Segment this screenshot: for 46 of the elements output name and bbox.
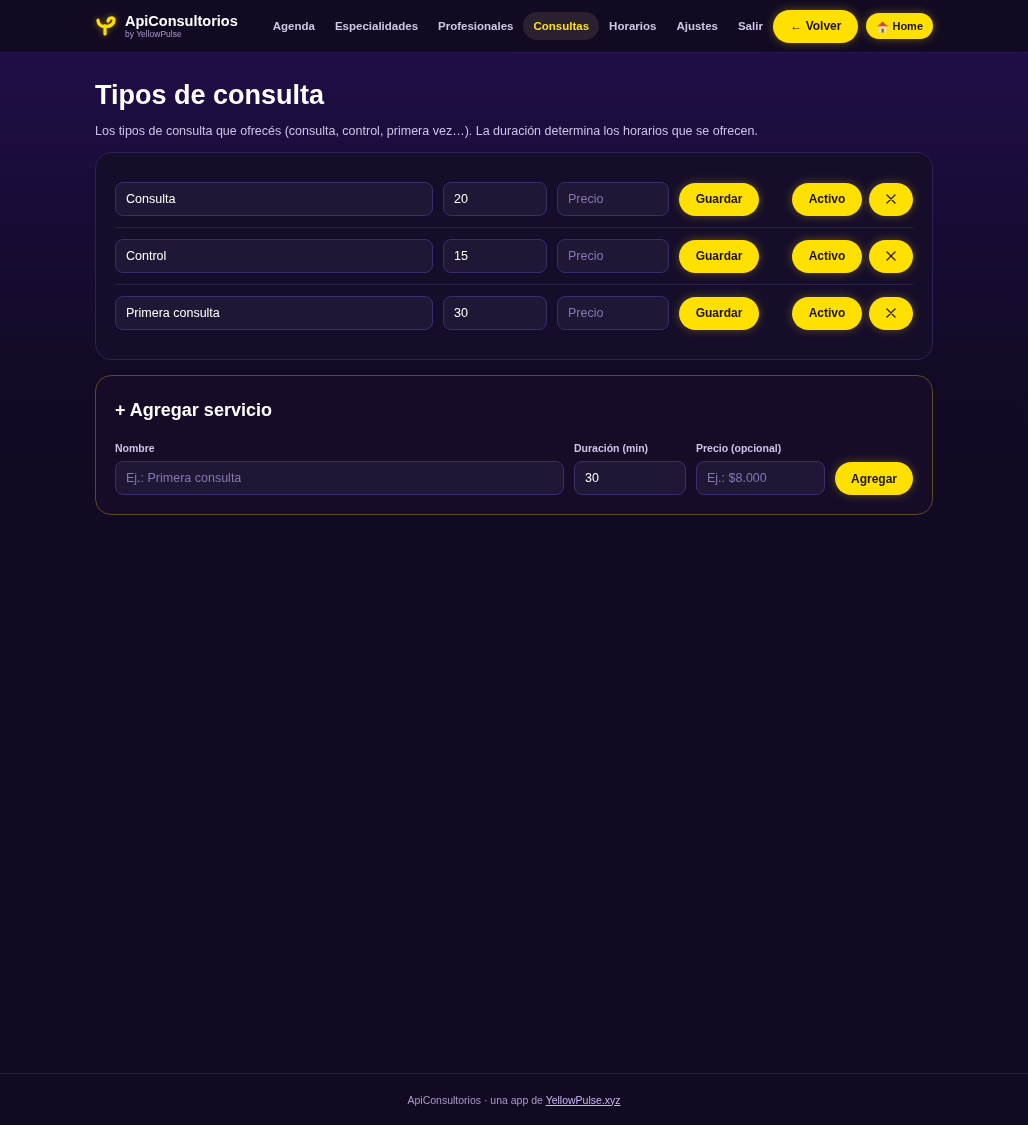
field-label: Duración (min) <box>574 442 650 455</box>
footer-link[interactable]: YellowPulse.xyz <box>545 1093 621 1106</box>
status-toggle-button[interactable]: Activo <box>792 296 862 330</box>
nav-link[interactable]: Horarios <box>599 12 667 40</box>
save-button[interactable]: Guardar <box>679 239 759 273</box>
price-input[interactable]: Precio <box>557 239 669 273</box>
duration-input[interactable]: 15 <box>443 239 547 273</box>
close-icon <box>886 308 896 318</box>
status-toggle-button[interactable]: Activo <box>792 239 862 273</box>
footer-text: ApiConsultorios · una app de YellowPulse.xyz <box>407 1093 621 1106</box>
price-input[interactable]: Ej.: $8.000 <box>696 461 825 495</box>
save-button[interactable]: Guardar <box>679 182 759 216</box>
back-button[interactable]: ← Volver <box>773 9 859 43</box>
price-input[interactable]: Precio <box>557 296 669 330</box>
nav-link[interactable]: Salir <box>727 12 773 40</box>
save-button[interactable]: Guardar <box>679 296 759 330</box>
name-input[interactable]: Ej.: Primera consulta <box>115 461 564 495</box>
nav-link[interactable]: Profesionales <box>428 12 524 40</box>
duration-input[interactable]: 30 <box>574 461 686 495</box>
page-description: Los tipos de consulta que ofrecés (consulta, control, primera vez…). La duración determina los horarios que se ofrecen. <box>95 123 759 140</box>
add-service-title: + Agregar servicio <box>115 399 273 422</box>
nav-link[interactable]: Agenda <box>262 12 325 40</box>
page-title: Tipos de consulta <box>95 79 326 112</box>
name-input[interactable]: Primera consulta <box>115 296 433 330</box>
price-input[interactable]: Precio <box>557 182 669 216</box>
delete-button[interactable] <box>869 296 913 330</box>
brand-name: ApiConsultorios <box>125 14 238 29</box>
home-button[interactable]: Home <box>866 13 933 39</box>
name-input[interactable]: Control <box>115 239 433 273</box>
status-toggle-button[interactable]: Activo <box>792 182 862 216</box>
duration-input[interactable]: 30 <box>443 296 547 330</box>
logo-icon <box>96 16 116 36</box>
brand-byline: by YellowPulse <box>125 29 182 38</box>
nav-link[interactable]: Especialidades <box>324 12 429 40</box>
field-label: Precio (opcional) <box>696 442 783 455</box>
nav-link[interactable]: Ajustes <box>666 12 728 40</box>
delete-button[interactable] <box>869 239 913 273</box>
close-icon <box>886 194 896 204</box>
close-icon <box>886 251 896 261</box>
name-input[interactable]: Consulta <box>115 182 433 216</box>
duration-input[interactable]: 20 <box>443 182 547 216</box>
house-icon <box>876 19 890 33</box>
field-label: Nombre <box>115 442 156 455</box>
add-button[interactable]: Agregar <box>835 462 913 495</box>
delete-button[interactable] <box>869 182 913 216</box>
nav-link[interactable]: Consultas <box>523 12 600 40</box>
